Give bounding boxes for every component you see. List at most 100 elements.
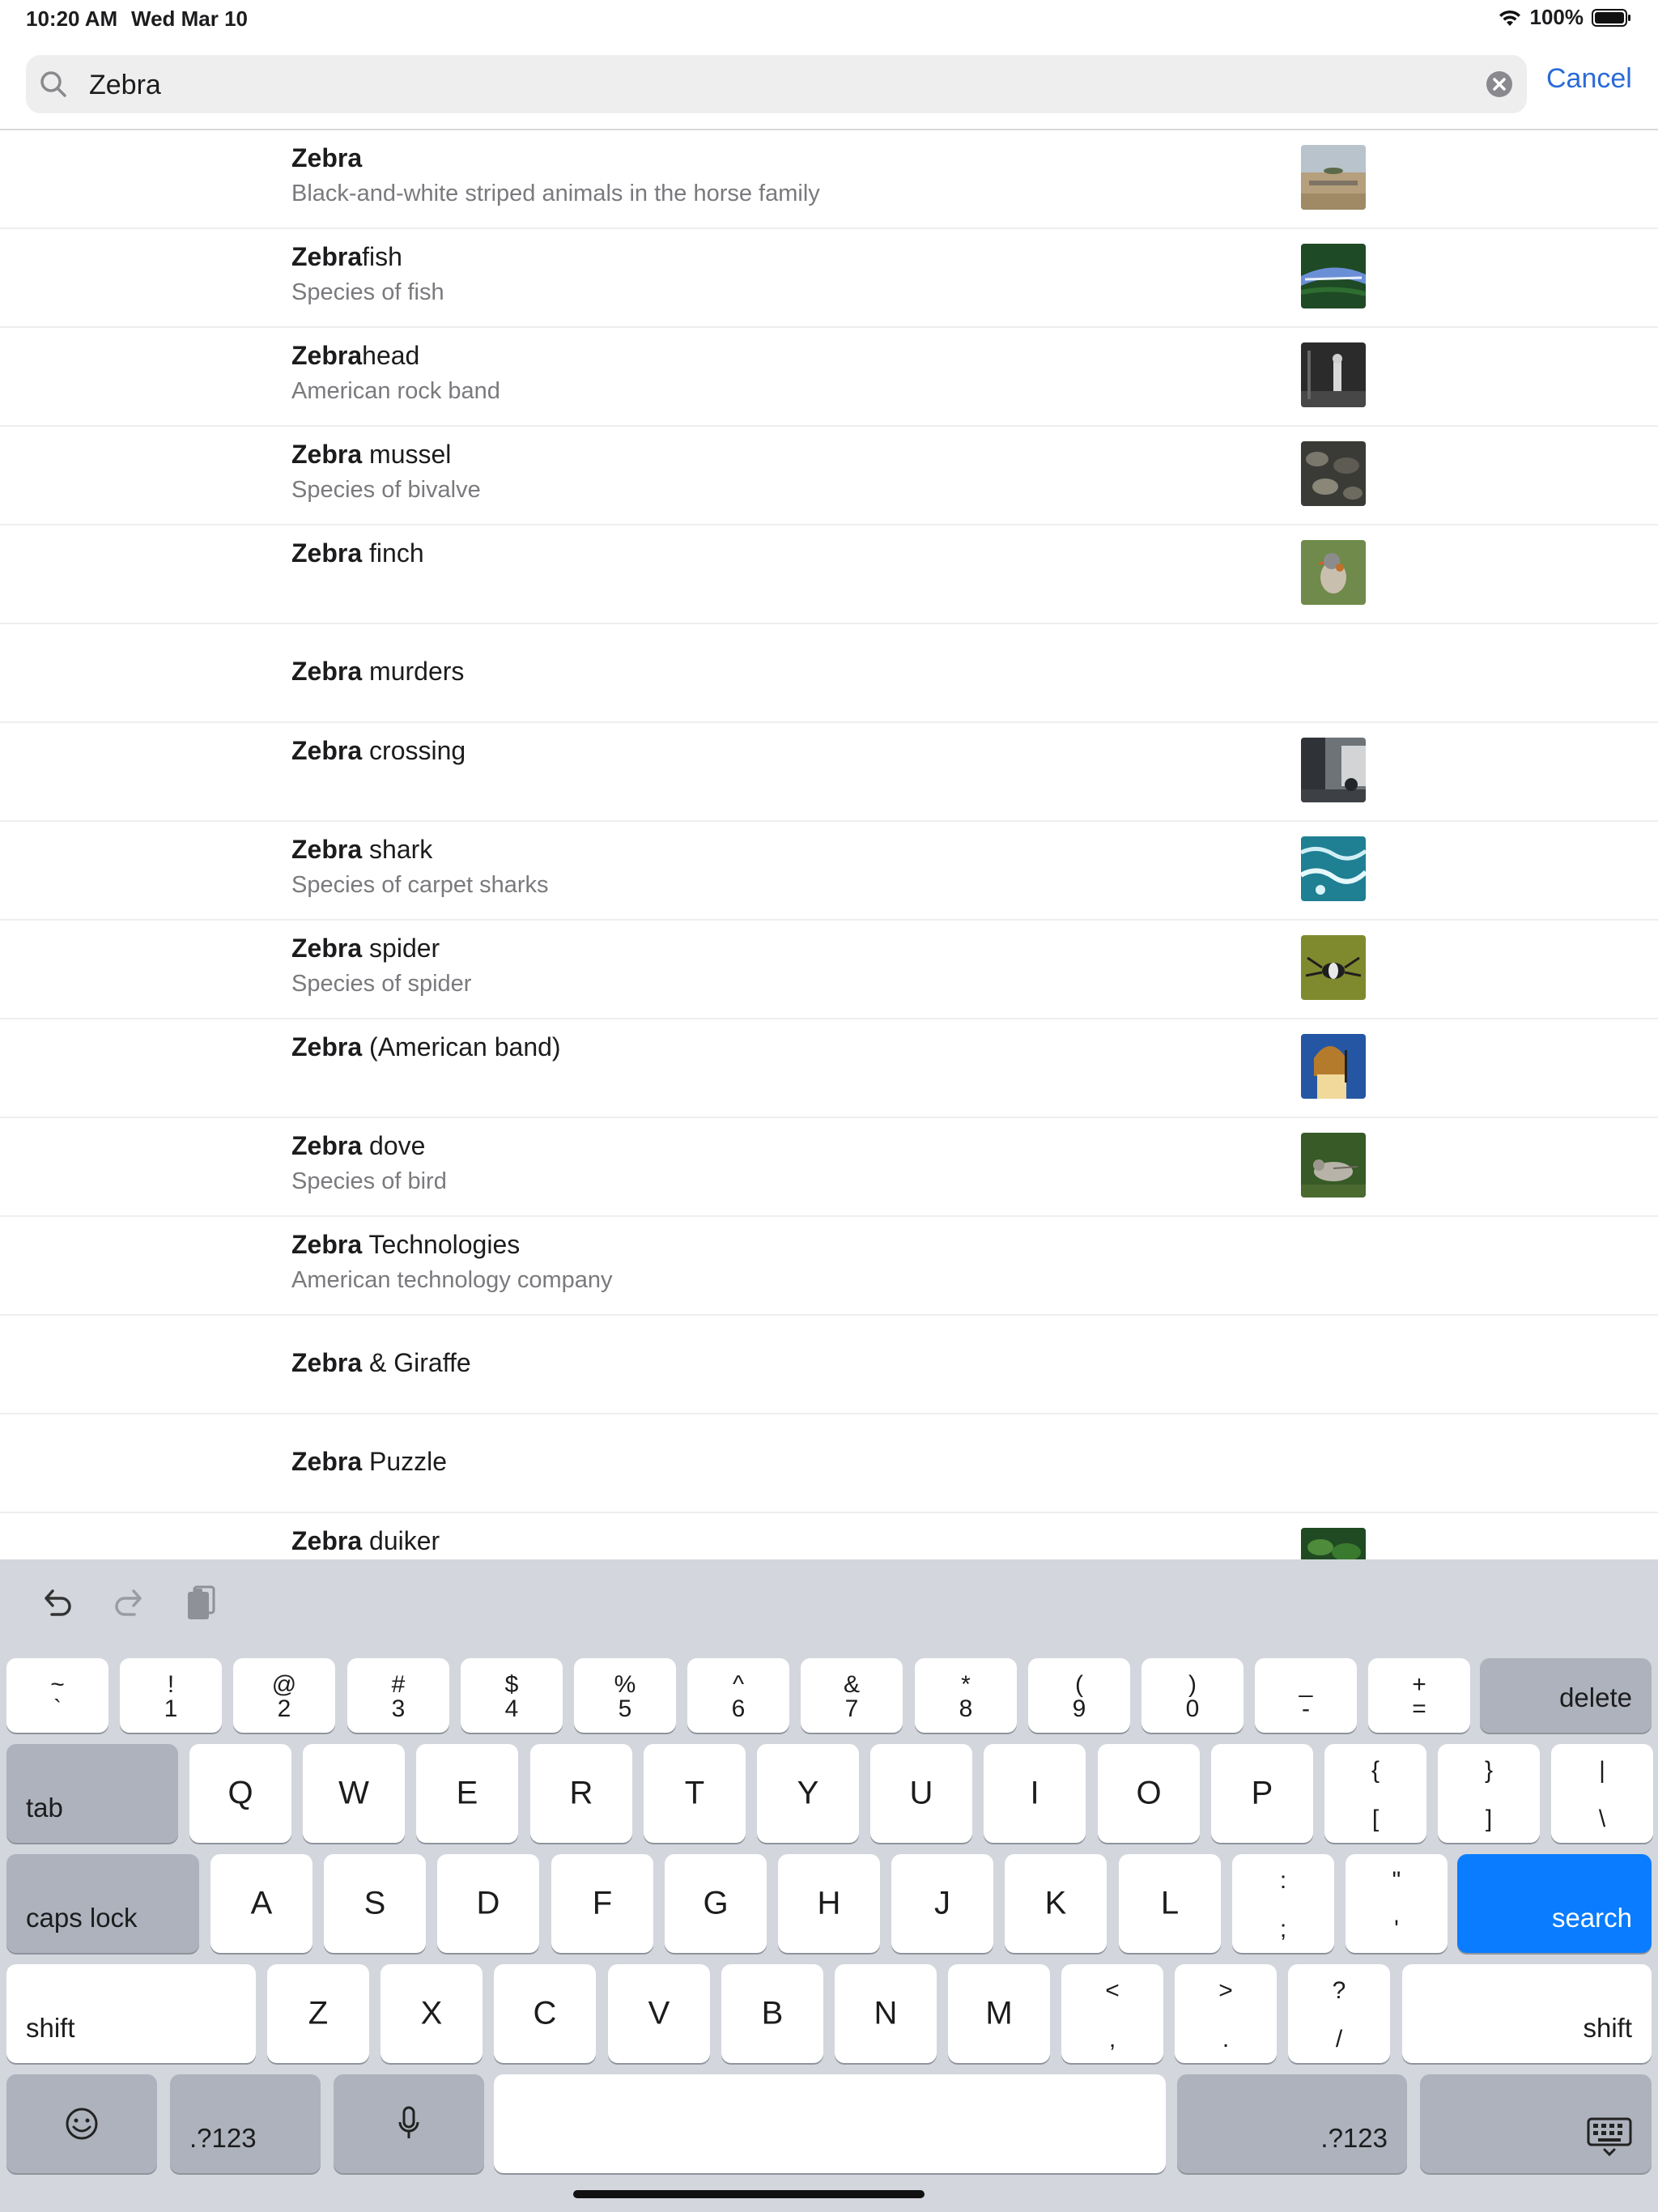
key-1[interactable]: ! 1 bbox=[120, 1658, 222, 1733]
key-symbol[interactable]: <, bbox=[1061, 1964, 1163, 2063]
key-symbol[interactable]: {[ bbox=[1324, 1744, 1426, 1843]
key-char: W bbox=[338, 1775, 369, 1811]
status-time: 10:20 AM bbox=[26, 6, 118, 31]
key-i[interactable]: I bbox=[984, 1744, 1086, 1843]
key-9[interactable]: (9 bbox=[1028, 1658, 1130, 1733]
key-g[interactable]: G bbox=[665, 1854, 767, 1953]
key-l[interactable]: L bbox=[1119, 1854, 1221, 1953]
shift-key-left[interactable]: shift bbox=[6, 1964, 256, 2063]
search-input[interactable] bbox=[87, 55, 1467, 115]
result-row[interactable]: Zebra finch bbox=[0, 525, 1658, 624]
key-k[interactable]: K bbox=[1005, 1854, 1107, 1953]
result-thumbnail bbox=[1301, 244, 1366, 308]
key-s[interactable]: S bbox=[324, 1854, 426, 1953]
result-row[interactable]: Zebra spider Species of spider bbox=[0, 921, 1658, 1019]
result-row[interactable]: Zebra crossing bbox=[0, 723, 1658, 822]
key-char: P bbox=[1251, 1775, 1273, 1811]
key-d[interactable]: D bbox=[437, 1854, 539, 1953]
search-field[interactable] bbox=[26, 55, 1527, 115]
space-bar[interactable] bbox=[494, 2074, 1166, 2173]
key-r[interactable]: R bbox=[530, 1744, 632, 1843]
key-h[interactable]: H bbox=[778, 1854, 880, 1953]
result-title-rest: crossing bbox=[362, 736, 466, 765]
result-row[interactable]: Zebra & Giraffe bbox=[0, 1316, 1658, 1414]
clear-search-icon[interactable] bbox=[1485, 70, 1514, 103]
key-m[interactable]: M bbox=[948, 1964, 1050, 2063]
key-char: Z bbox=[308, 1995, 329, 2031]
key-char: ] bbox=[1485, 1806, 1493, 1832]
key-2[interactable]: @2 bbox=[233, 1658, 335, 1733]
result-row[interactable]: Zebra shark Species of carpet sharks bbox=[0, 822, 1658, 921]
key-t[interactable]: T bbox=[644, 1744, 746, 1843]
key-3[interactable]: #3 bbox=[347, 1658, 449, 1733]
key-j[interactable]: J bbox=[891, 1854, 993, 1953]
key-8[interactable]: * 8 bbox=[915, 1658, 1017, 1733]
dictation-key[interactable] bbox=[334, 2074, 484, 2173]
key-v[interactable]: V bbox=[608, 1964, 710, 2063]
result-row[interactable]: Zebra (American band) bbox=[0, 1019, 1658, 1118]
key-a[interactable]: A bbox=[210, 1854, 312, 1953]
shift-label: shift bbox=[26, 2013, 75, 2043]
numbers-key-right[interactable]: .?123 bbox=[1177, 2074, 1407, 2173]
key-symbol[interactable]: " ' bbox=[1346, 1854, 1448, 1953]
key-4[interactable]: $4 bbox=[461, 1658, 563, 1733]
key-f[interactable]: F bbox=[551, 1854, 653, 1953]
key-q[interactable]: Q bbox=[189, 1744, 291, 1843]
key-char: G bbox=[703, 1885, 729, 1921]
key-y[interactable]: Y bbox=[757, 1744, 859, 1843]
key-o[interactable]: O bbox=[1098, 1744, 1200, 1843]
emoji-key[interactable] bbox=[6, 2074, 157, 2173]
key-c[interactable]: C bbox=[494, 1964, 596, 2063]
key-b[interactable]: B bbox=[721, 1964, 823, 2063]
key-=[interactable]: + = bbox=[1368, 1658, 1470, 1733]
result-title-match: Zebra bbox=[291, 440, 363, 469]
search-key[interactable]: search bbox=[1457, 1854, 1652, 1953]
paste-icon[interactable] bbox=[183, 1584, 219, 1627]
key-symbol[interactable]: | \ bbox=[1551, 1744, 1653, 1843]
key-symbol[interactable]: :; bbox=[1232, 1854, 1334, 1953]
caps-lock-key[interactable]: caps lock bbox=[6, 1854, 199, 1953]
cancel-button[interactable]: Cancel bbox=[1546, 63, 1632, 95]
key--[interactable]: _ - bbox=[1255, 1658, 1357, 1733]
key-p[interactable]: P bbox=[1211, 1744, 1313, 1843]
key-z[interactable]: Z bbox=[267, 1964, 369, 2063]
key-shift-char: $ bbox=[504, 1671, 519, 1698]
shift-key-right[interactable]: shift bbox=[1402, 1964, 1652, 2063]
result-thumbnail bbox=[1301, 738, 1366, 802]
key-e[interactable]: E bbox=[416, 1744, 518, 1843]
result-row[interactable]: Zebra Puzzle bbox=[0, 1414, 1658, 1513]
key-w[interactable]: W bbox=[303, 1744, 405, 1843]
delete-key[interactable]: delete bbox=[1480, 1658, 1652, 1733]
key-`[interactable]: ~ ` bbox=[6, 1658, 108, 1733]
result-thumbnail bbox=[1301, 540, 1366, 605]
key-shift-char: ! bbox=[167, 1671, 175, 1698]
result-row[interactable]: Zebra duiker bbox=[0, 1513, 1658, 1559]
tab-key[interactable]: tab bbox=[6, 1744, 178, 1843]
key-u[interactable]: U bbox=[870, 1744, 972, 1843]
result-row[interactable]: Zebra Technologies American technology co… bbox=[0, 1217, 1658, 1316]
key-n[interactable]: N bbox=[835, 1964, 937, 2063]
key-symbol[interactable]: ? / bbox=[1288, 1964, 1390, 2063]
key-x[interactable]: X bbox=[380, 1964, 483, 2063]
dismiss-keyboard-key[interactable] bbox=[1420, 2074, 1652, 2173]
undo-icon[interactable] bbox=[39, 1584, 74, 1623]
result-row[interactable]: Zebra mussel Species of bivalve bbox=[0, 427, 1658, 525]
result-row[interactable]: Zebrafish Species of fish bbox=[0, 229, 1658, 328]
key-shift-char: ? bbox=[1332, 1977, 1346, 2004]
redo-icon[interactable] bbox=[112, 1584, 147, 1623]
numbers-key-left[interactable]: .?123 bbox=[170, 2074, 321, 2173]
key-0[interactable]: ) 0 bbox=[1141, 1658, 1244, 1733]
key-symbol[interactable]: >. bbox=[1175, 1964, 1277, 2063]
key-5[interactable]: % 5 bbox=[574, 1658, 676, 1733]
result-title: Zebra crossing bbox=[291, 736, 466, 766]
result-subtitle: Species of fish bbox=[291, 279, 444, 305]
result-row[interactable]: Zebra dove Species of bird bbox=[0, 1118, 1658, 1217]
key-symbol[interactable]: }] bbox=[1438, 1744, 1540, 1843]
result-row[interactable]: Zebra murders bbox=[0, 624, 1658, 723]
key-7[interactable]: & 7 bbox=[801, 1658, 903, 1733]
result-row[interactable]: Zebra Black-and-white striped animals in … bbox=[0, 130, 1658, 229]
result-row[interactable]: Zebrahead American rock band bbox=[0, 328, 1658, 427]
key-shift-char: # bbox=[391, 1671, 406, 1698]
key-6[interactable]: ^ 6 bbox=[687, 1658, 789, 1733]
result-title-match: Zebra bbox=[291, 341, 363, 370]
